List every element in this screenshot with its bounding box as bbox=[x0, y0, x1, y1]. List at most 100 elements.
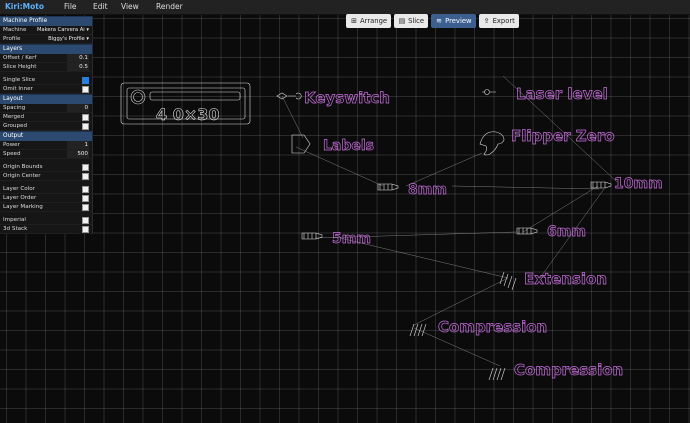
layer-order-checkbox[interactable] bbox=[82, 194, 89, 202]
keyswitch-part[interactable]: Keyswitch bbox=[276, 89, 390, 107]
laser-level-part[interactable]: Laser level bbox=[482, 85, 608, 103]
menu-render[interactable]: Render bbox=[156, 0, 183, 14]
origin-center-row: Origin Center bbox=[0, 172, 92, 181]
plate-label: 4 0×30 bbox=[156, 105, 220, 124]
6mm-label: 6mm bbox=[547, 224, 586, 240]
offset-label: Offset / Kerf bbox=[3, 55, 37, 61]
compression-part-1[interactable]: Compression bbox=[409, 318, 548, 336]
flipper-zero-label: Flipper Zero bbox=[511, 127, 615, 145]
machine-row: Machine Makera Carvera Ai ▾ bbox=[0, 26, 92, 35]
arrange-label: Arrange bbox=[360, 17, 388, 25]
imperial-label: Imperial bbox=[3, 217, 26, 223]
output-header[interactable]: Output bbox=[0, 131, 92, 141]
10mm-part[interactable]: 10mm bbox=[590, 176, 663, 192]
layer-color-checkbox[interactable] bbox=[82, 185, 89, 193]
single-slice-label: Single Slice bbox=[3, 77, 36, 83]
imperial-checkbox[interactable] bbox=[82, 216, 89, 224]
stack-label: 3d Stack bbox=[3, 226, 28, 232]
export-label: Export bbox=[492, 17, 515, 25]
app-brand[interactable]: Kiri:Moto bbox=[5, 0, 44, 14]
6mm-part[interactable]: 6mm bbox=[516, 224, 586, 240]
layer-marking-row: Layer Marking bbox=[0, 203, 92, 212]
preview-button[interactable]: ≋ Preview bbox=[431, 14, 476, 28]
slice-height-input[interactable]: 0.5 bbox=[67, 63, 89, 71]
export-button[interactable]: ⇪ Export bbox=[478, 14, 519, 28]
mode-toolbar: ⊞ Arrange ▤ Slice ≋ Preview ⇪ Export bbox=[346, 14, 519, 30]
spacing-row: Spacing 0 bbox=[0, 104, 92, 113]
menu-file[interactable]: File bbox=[64, 0, 77, 14]
profile-select[interactable]: Biggy's Profile ▾ bbox=[48, 35, 89, 43]
compression-label-2: Compression bbox=[514, 361, 623, 379]
profile-row: Profile Biggy's Profile ▾ bbox=[0, 35, 92, 44]
origin-center-checkbox[interactable] bbox=[82, 172, 89, 180]
grouped-label: Grouped bbox=[3, 123, 28, 129]
8mm-part[interactable]: 8mm bbox=[377, 182, 447, 198]
labels-part[interactable]: Labels bbox=[291, 134, 374, 154]
power-row: Power 1 bbox=[0, 141, 92, 150]
offset-input[interactable]: 0.1 bbox=[67, 54, 89, 62]
extension-part[interactable]: Extension bbox=[499, 270, 607, 291]
menu-view[interactable]: View bbox=[121, 0, 139, 14]
slice-label: Slice bbox=[408, 17, 425, 25]
origin-bounds-row: Origin Bounds bbox=[0, 163, 92, 172]
labels-label: Labels bbox=[323, 138, 374, 154]
machine-profile-header[interactable]: Machine Profile bbox=[0, 16, 92, 26]
single-slice-checkbox[interactable] bbox=[82, 76, 89, 84]
omit-inner-label: Omit Inner bbox=[3, 86, 33, 92]
arrange-icon: ⊞ bbox=[351, 17, 357, 25]
speed-label: Speed bbox=[3, 151, 21, 157]
layer-marking-checkbox[interactable] bbox=[82, 203, 89, 211]
grouped-row: Grouped bbox=[0, 122, 92, 131]
power-label: Power bbox=[3, 142, 20, 148]
omit-inner-row: Omit Inner bbox=[0, 85, 92, 94]
layers-header[interactable]: Layers bbox=[0, 44, 92, 54]
8mm-label: 8mm bbox=[408, 182, 447, 198]
slice-height-label: Slice Height bbox=[3, 64, 37, 70]
slice-button[interactable]: ▤ Slice bbox=[394, 14, 429, 28]
layer-color-label: Layer Color bbox=[3, 186, 35, 192]
settings-panel: Machine Profile Machine Makera Carvera A… bbox=[0, 16, 93, 234]
plate-part[interactable]: 4 0×30 bbox=[120, 82, 251, 125]
origin-bounds-label: Origin Bounds bbox=[3, 164, 43, 170]
stack-row: 3d Stack bbox=[0, 225, 92, 234]
stack-checkbox[interactable] bbox=[82, 225, 89, 233]
profile-label: Profile bbox=[3, 36, 21, 42]
layer-order-row: Layer Order bbox=[0, 194, 92, 203]
origin-center-label: Origin Center bbox=[3, 173, 41, 179]
offset-row: Offset / Kerf 0.1 bbox=[0, 54, 92, 63]
single-slice-row: Single Slice bbox=[0, 76, 92, 85]
omit-inner-checkbox[interactable] bbox=[82, 85, 89, 93]
flipper-zero-part[interactable]: Flipper Zero bbox=[479, 127, 615, 156]
compression-part-2[interactable]: Compression bbox=[488, 361, 624, 381]
speed-row: Speed 500 bbox=[0, 150, 92, 159]
5mm-label: 5mm bbox=[332, 231, 371, 247]
origin-bounds-checkbox[interactable] bbox=[82, 163, 89, 171]
layer-color-row: Layer Color bbox=[0, 185, 92, 194]
menu-bar: Kiri:Moto File Edit View Render bbox=[0, 0, 690, 15]
spacing-input[interactable]: 0 bbox=[67, 104, 89, 112]
speed-input[interactable]: 500 bbox=[67, 150, 89, 158]
laser-level-label: Laser level bbox=[516, 85, 608, 103]
layer-order-label: Layer Order bbox=[3, 195, 37, 201]
merged-row: Merged bbox=[0, 113, 92, 122]
machine-select[interactable]: Makera Carvera Ai ▾ bbox=[37, 26, 89, 34]
layer-marking-label: Layer Marking bbox=[3, 204, 43, 210]
power-input[interactable]: 1 bbox=[67, 141, 89, 149]
export-icon: ⇪ bbox=[483, 17, 490, 25]
grouped-checkbox[interactable] bbox=[82, 122, 89, 130]
layout-header[interactable]: Layout bbox=[0, 94, 92, 104]
layers-icon: ≋ bbox=[436, 17, 443, 25]
menu-edit[interactable]: Edit bbox=[93, 0, 108, 14]
imperial-row: Imperial bbox=[0, 216, 92, 225]
spacing-label: Spacing bbox=[3, 105, 26, 111]
10mm-label: 10mm bbox=[614, 176, 663, 192]
extension-label: Extension bbox=[524, 270, 607, 288]
keyswitch-label: Keyswitch bbox=[304, 89, 390, 107]
merged-label: Merged bbox=[3, 114, 25, 120]
slice-height-row: Slice Height 0.5 bbox=[0, 63, 92, 72]
preview-label: Preview bbox=[445, 17, 472, 25]
arrange-button[interactable]: ⊞ Arrange bbox=[346, 14, 392, 28]
5mm-part[interactable]: 5mm bbox=[301, 231, 371, 247]
preview-canvas[interactable]: 4 0×30 Keyswitch Laser level Labels Flip… bbox=[0, 14, 690, 423]
merged-checkbox[interactable] bbox=[82, 113, 89, 121]
